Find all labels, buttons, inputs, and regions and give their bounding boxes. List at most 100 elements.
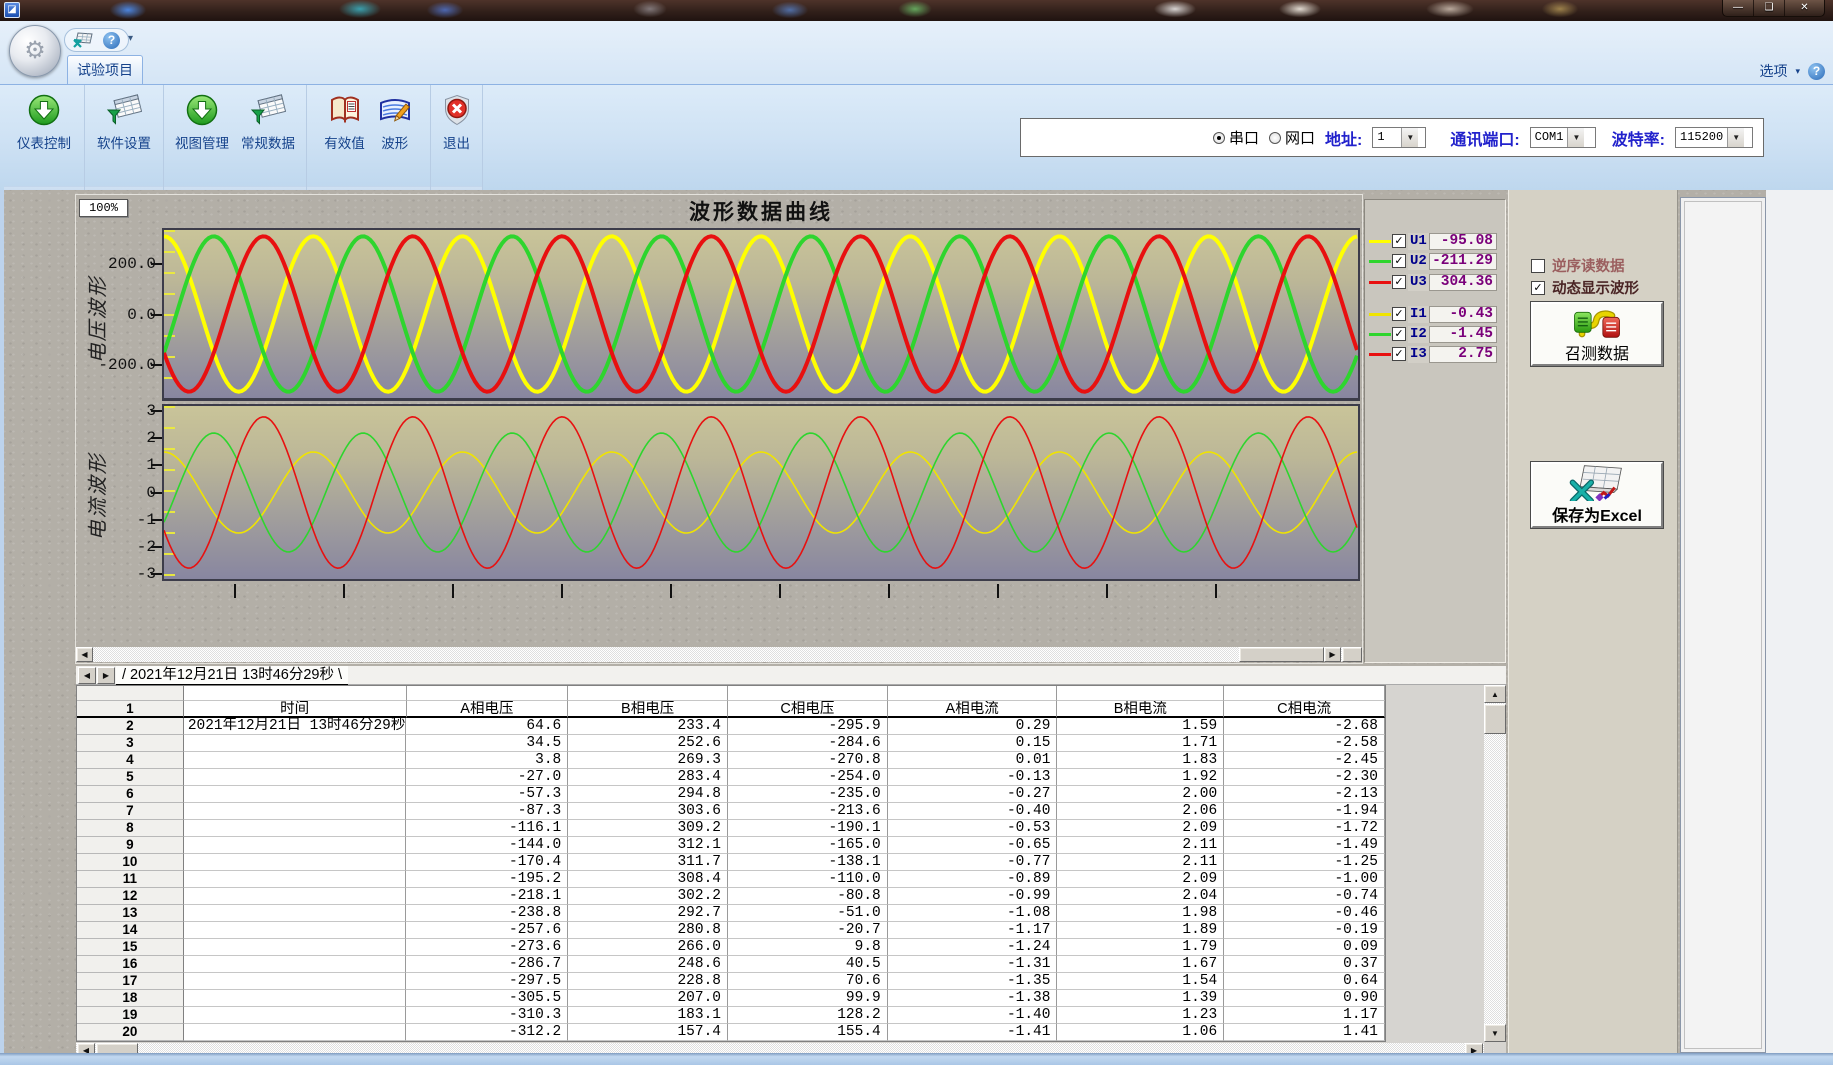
baud-dropdown[interactable]: 115200 ▼ — [1675, 127, 1753, 148]
grid-cell: -254.0 — [728, 769, 888, 786]
scrollbar-thumb[interactable] — [1484, 704, 1506, 734]
grid-cell: 309.2 — [568, 820, 728, 837]
right-side-panel — [1680, 197, 1766, 1053]
series-checkbox[interactable]: ✓ — [1392, 347, 1406, 361]
save-excel-button[interactable]: 保存为Excel — [1531, 462, 1663, 528]
grid-cell — [568, 686, 728, 701]
qat-more-caret-icon[interactable]: ▾ — [128, 33, 133, 44]
exit-button[interactable]: 退出 — [434, 89, 480, 155]
grid-cell: 1.54 — [1057, 973, 1224, 990]
restore-button[interactable]: ❑ — [1754, 0, 1785, 16]
grid-cell: 128.2 — [728, 1007, 888, 1024]
grid-cell: -1.40 — [888, 1007, 1058, 1024]
grid-cell: -190.1 — [728, 820, 888, 837]
grid-cell: 157.4 — [568, 1024, 728, 1041]
xtick-mark — [452, 584, 454, 598]
grid-cell: 1.89 — [1057, 922, 1224, 939]
excel-quick-icon[interactable] — [73, 32, 93, 48]
table-filter-icon — [106, 92, 142, 128]
scroll-left-icon[interactable]: ◀ — [76, 647, 93, 662]
legend-row-I3: ✓I3:2.75 — [1365, 346, 1507, 364]
address-label: 地址: — [1325, 126, 1362, 150]
network-port-radio[interactable]: 网口 — [1269, 127, 1315, 148]
grid-cell: -138.1 — [728, 854, 888, 871]
serial-port-radio[interactable]: 串口 — [1213, 127, 1259, 148]
grid-cell: 228.8 — [568, 973, 728, 990]
minimize-button[interactable]: — — [1723, 0, 1754, 16]
reverse-read-label: 逆序读数据 — [1552, 255, 1625, 276]
dynamic-display-checkbox-row[interactable]: ✓ 动态显示波形 — [1531, 277, 1639, 298]
chevron-down-icon: ▼ — [1727, 128, 1744, 147]
serial-port-label: 串口 — [1229, 127, 1259, 148]
sheet-tab[interactable]: / 2021年12月21日 13时46分29秒 \ — [116, 666, 348, 685]
ytick-mark — [151, 364, 162, 366]
series-checkbox[interactable]: ✓ — [1392, 275, 1406, 289]
grid-cell: -295.9 — [728, 718, 888, 735]
zoom-level-badge[interactable]: 100% — [79, 199, 128, 217]
xtick-mark — [779, 584, 781, 598]
grid-cell: -2.30 — [1224, 769, 1385, 786]
rms-values-button[interactable]: 有效值 — [319, 89, 370, 155]
app-window-icon[interactable]: ◪ — [4, 2, 20, 18]
grid-cell: -312.2 — [406, 1024, 568, 1041]
address-dropdown[interactable]: 1 ▼ — [1372, 127, 1426, 148]
fetch-data-button[interactable]: 召测数据 — [1531, 302, 1663, 366]
radio-unselected-icon — [1269, 132, 1281, 144]
current-waveform-plot — [162, 404, 1360, 581]
scroll-down-icon[interactable]: ▼ — [1484, 1024, 1506, 1042]
legend-color-line — [1369, 240, 1391, 243]
grid-cell: -195.2 — [406, 871, 568, 888]
software-settings-button[interactable]: 软件设置 — [92, 89, 156, 155]
chevron-down-icon[interactable]: ▾ — [1795, 66, 1800, 77]
waveform-button[interactable]: 波形 — [372, 89, 418, 155]
regular-data-button[interactable]: 常规数据 — [236, 89, 300, 155]
table-row: 20-312.2157.4155.4-1.411.061.41 — [77, 1024, 1385, 1041]
window-bottom-border — [0, 1053, 1833, 1065]
ytick-mark — [151, 464, 162, 466]
reverse-read-checkbox-row[interactable]: 逆序读数据 — [1531, 255, 1625, 276]
grid-cell: -110.0 — [728, 871, 888, 888]
grid-cell — [184, 820, 407, 837]
series-checkbox[interactable]: ✓ — [1392, 307, 1406, 321]
grid-cell: -2.45 — [1224, 752, 1385, 769]
series-checkbox[interactable]: ✓ — [1392, 327, 1406, 341]
row-number-cell: 19 — [77, 1007, 184, 1024]
table-vertical-scrollbar[interactable]: ▲ ▼ — [1484, 685, 1506, 1042]
help-quick-icon[interactable]: ? — [103, 32, 120, 49]
sheet-nav-right-icon[interactable]: ▶ — [97, 667, 115, 684]
waveform-notes-icon — [377, 92, 413, 128]
grid-cell: -87.3 — [406, 803, 568, 820]
checkbox-icon[interactable] — [1531, 259, 1545, 273]
row-number-cell — [77, 686, 184, 701]
grid-cell: -1.35 — [888, 973, 1058, 990]
meter-control-button[interactable]: 仪表控制 — [12, 89, 76, 155]
baud-label: 波特率: — [1612, 126, 1665, 150]
grid-cell: 302.2 — [568, 888, 728, 905]
chart-horizontal-scrollbar[interactable]: ◀ ▶ — [76, 647, 1362, 662]
help-icon[interactable]: ? — [1808, 63, 1825, 80]
options-menu[interactable]: 选项 — [1759, 61, 1787, 81]
scrollbar-thumb[interactable] — [1239, 647, 1324, 662]
row-number-cell: 20 — [77, 1024, 184, 1041]
grid-cell: 183.1 — [568, 1007, 728, 1024]
table-row: 18-305.5207.099.9-1.381.390.90 — [77, 990, 1385, 1007]
app-menu-orb-button[interactable]: ⚙ — [9, 25, 61, 77]
grid-cell: 207.0 — [568, 990, 728, 1007]
series-checkbox[interactable]: ✓ — [1392, 234, 1406, 248]
scroll-up-icon[interactable]: ▲ — [1484, 685, 1506, 703]
scroll-right-icon[interactable]: ▶ — [1324, 647, 1341, 662]
port-dropdown[interactable]: COM1 ▼ — [1530, 127, 1596, 148]
grid-cell — [184, 752, 407, 769]
checkbox-icon[interactable]: ✓ — [1531, 281, 1545, 295]
sheet-nav-left-icon[interactable]: ◀ — [78, 667, 96, 684]
tab-test-items[interactable]: 试验项目 — [67, 55, 143, 84]
xtick-mark — [670, 584, 672, 598]
grid-cell: -270.8 — [728, 752, 888, 769]
close-button[interactable]: ✕ — [1785, 0, 1824, 16]
series-checkbox[interactable]: ✓ — [1392, 254, 1406, 268]
ytick-mark — [151, 314, 162, 316]
grid-cell: A相电压 — [407, 701, 569, 718]
view-management-button[interactable]: 视图管理 — [170, 89, 234, 155]
grid-cell: -1.72 — [1224, 820, 1385, 837]
row-number-cell: 9 — [77, 837, 184, 854]
